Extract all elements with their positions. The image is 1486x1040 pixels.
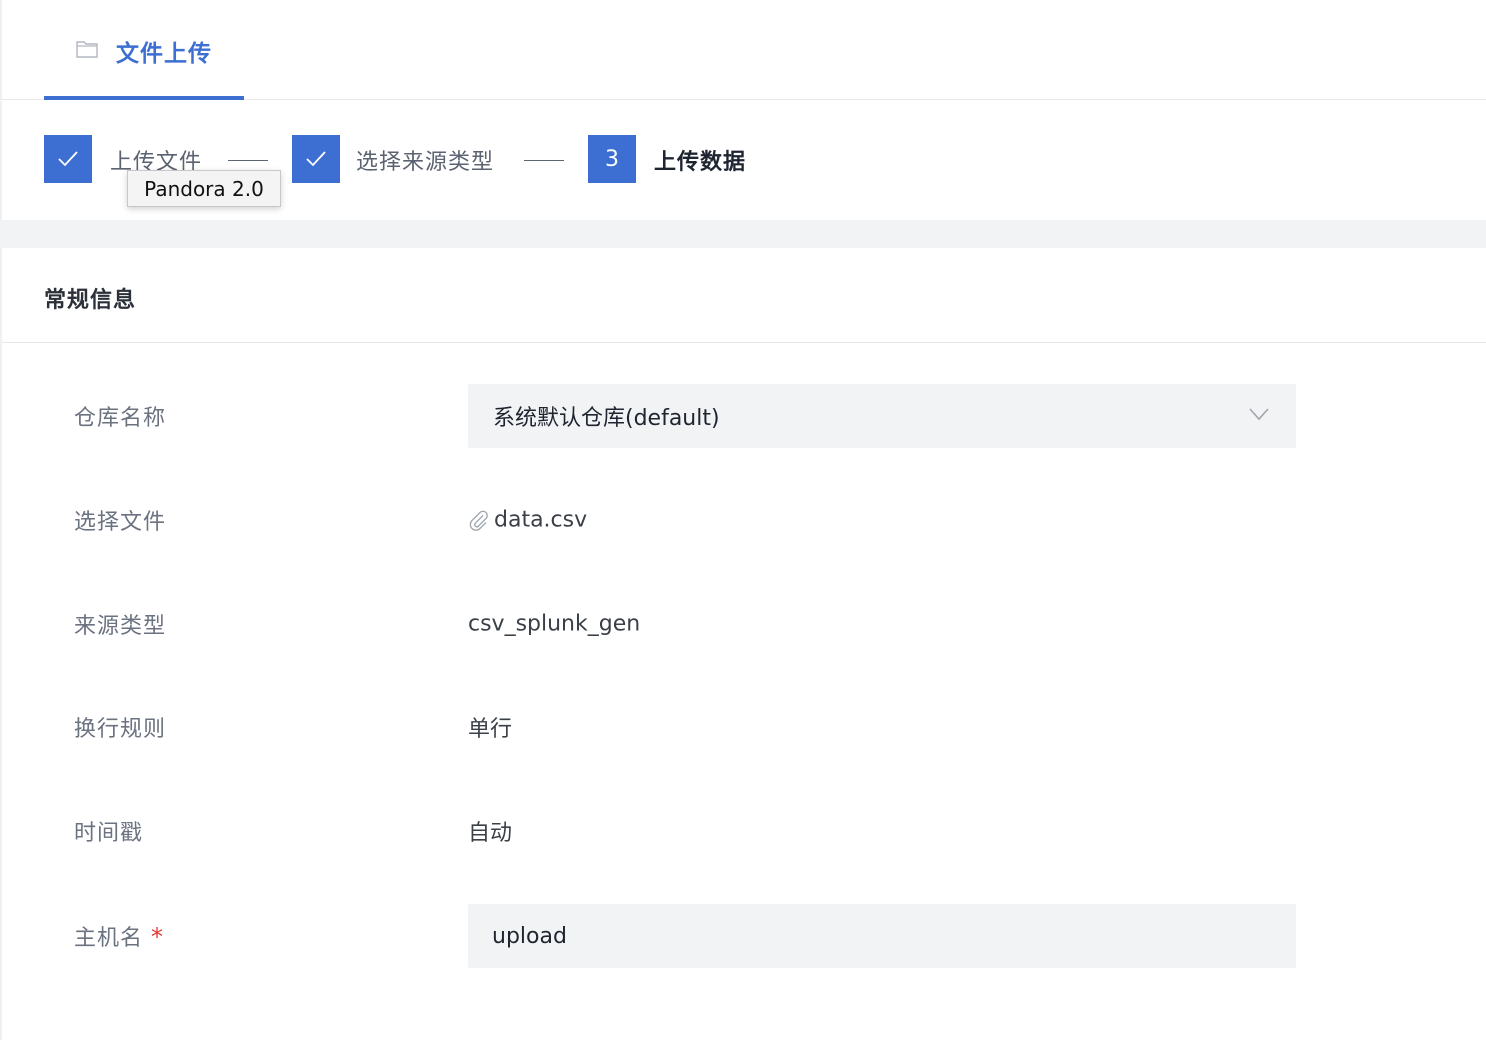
section-gap: [0, 220, 1486, 248]
folder-icon: [76, 41, 98, 58]
tab-bar: 文件上传: [0, 0, 1486, 100]
hostname-input[interactable]: [468, 904, 1296, 968]
tooltip: Pandora 2.0: [127, 170, 281, 207]
line-rule-value: 单行: [468, 717, 513, 742]
form-row-line-rule: 换行规则 单行: [2, 695, 1486, 759]
tab-file-upload[interactable]: 文件上传: [44, 0, 244, 100]
timestamp-value: 自动: [468, 821, 513, 846]
source-type-value: csv_splunk_gen: [468, 611, 641, 637]
upload-page: 文件上传 上传文件 选择来源类型 3 上传数据 Pandora 2.0 常规信息: [0, 0, 1486, 1040]
hostname-label-text: 主机名: [74, 926, 144, 951]
step-1-check: [44, 135, 92, 183]
paperclip-icon: [469, 510, 488, 531]
step-2-check: [292, 135, 340, 183]
step-3-label: 上传数据: [654, 150, 747, 175]
file-link[interactable]: data.csv: [468, 508, 587, 533]
general-info-section: 常规信息 仓库名称 系统默认仓库(default) 选择文件 data.csv: [0, 248, 1486, 1040]
timestamp-label: 时间戳: [74, 821, 144, 846]
check-icon: [58, 151, 78, 167]
warehouse-label: 仓库名称: [74, 406, 167, 431]
chevron-down-icon: [1249, 408, 1269, 421]
form-row-warehouse: 仓库名称 系统默认仓库(default): [2, 384, 1486, 448]
step-3-number: 3: [588, 135, 636, 183]
line-rule-label: 换行规则: [74, 717, 167, 742]
form-row-file: 选择文件 data.csv: [2, 488, 1486, 552]
file-name: data.csv: [494, 507, 588, 533]
warehouse-selected-value: 系统默认仓库(default): [493, 406, 720, 431]
form-row-source-type: 来源类型 csv_splunk_gen: [2, 592, 1486, 656]
hostname-label: 主机名 *: [74, 920, 164, 952]
section-header: 常规信息: [2, 248, 1486, 343]
check-icon: [306, 151, 326, 167]
form-row-timestamp: 时间戳 自动: [2, 799, 1486, 863]
form-row-hostname: 主机名 *: [2, 904, 1486, 968]
file-label: 选择文件: [74, 510, 167, 535]
step-connector: [524, 160, 564, 161]
step-connector: [228, 160, 268, 161]
required-mark: *: [151, 923, 165, 951]
warehouse-select[interactable]: 系统默认仓库(default): [468, 384, 1296, 448]
source-type-label: 来源类型: [74, 614, 167, 639]
step-2-label: 选择来源类型: [356, 150, 495, 175]
tab-label: 文件上传: [116, 41, 212, 67]
section-title: 常规信息: [44, 288, 137, 313]
